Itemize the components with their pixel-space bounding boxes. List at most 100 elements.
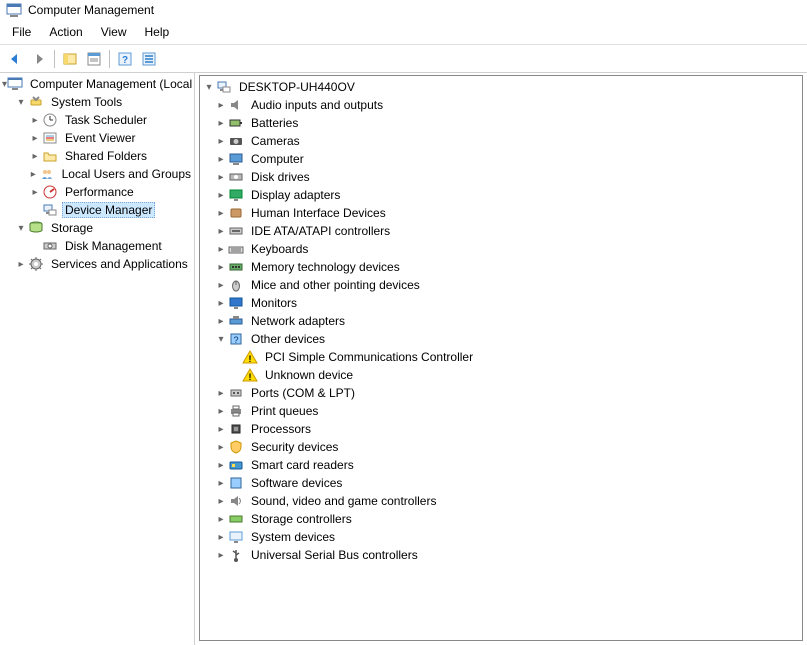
device-category[interactable]: ▸ Human Interface Devices — [200, 204, 802, 222]
expander-icon[interactable]: ▸ — [214, 154, 228, 165]
menu-action[interactable]: Action — [41, 23, 90, 41]
tree-label: Services and Applications — [48, 256, 191, 272]
menu-help[interactable]: Help — [137, 23, 178, 41]
expander-icon[interactable]: ▸ — [214, 298, 228, 309]
forward-button[interactable] — [28, 48, 50, 70]
expander-icon[interactable]: ▸ — [28, 169, 39, 180]
expander-icon[interactable]: ▸ — [214, 532, 228, 543]
computer-icon — [216, 79, 232, 95]
device-category[interactable]: ▸ Batteries — [200, 114, 802, 132]
tree-label: Other devices — [248, 331, 328, 347]
tree-performance[interactable]: ▸ Performance — [0, 183, 194, 201]
memory-icon — [228, 259, 244, 275]
expander-icon[interactable]: ▸ — [28, 151, 42, 162]
tree-root[interactable]: ▾ Computer Management (Local — [0, 75, 194, 93]
expander-icon[interactable]: ▸ — [214, 388, 228, 399]
mouse-icon — [228, 277, 244, 293]
device-category[interactable]: ▸ Memory technology devices — [200, 258, 802, 276]
expander-icon[interactable]: ▾ — [202, 82, 216, 93]
expander-icon[interactable]: ▾ — [14, 97, 28, 108]
device-item[interactable]: ▸ ! Unknown device — [200, 366, 802, 384]
expander-icon[interactable]: ▸ — [214, 496, 228, 507]
device-category[interactable]: ▸ Sound, video and game controllers — [200, 492, 802, 510]
device-category[interactable]: ▸ Processors — [200, 420, 802, 438]
expander-icon[interactable]: ▸ — [14, 259, 28, 270]
expander-icon[interactable]: ▸ — [214, 316, 228, 327]
device-category[interactable]: ▸ Computer — [200, 150, 802, 168]
tree-services-apps[interactable]: ▸ Services and Applications — [0, 255, 194, 273]
menu-file[interactable]: File — [4, 23, 39, 41]
tree-label: Software devices — [248, 475, 345, 491]
menu-view[interactable]: View — [93, 23, 135, 41]
back-button[interactable] — [4, 48, 26, 70]
device-category[interactable]: ▸ Disk drives — [200, 168, 802, 186]
properties-button[interactable] — [83, 48, 105, 70]
device-category[interactable]: ▸ Cameras — [200, 132, 802, 150]
expander-icon[interactable]: ▸ — [214, 442, 228, 453]
tree-label: Batteries — [248, 115, 301, 131]
expander-icon[interactable]: ▸ — [214, 190, 228, 201]
device-category[interactable]: ▸ Smart card readers — [200, 456, 802, 474]
software-icon — [228, 475, 244, 491]
expander-icon[interactable]: ▸ — [28, 115, 42, 126]
expander-icon[interactable]: ▾ — [14, 223, 28, 234]
tree-disk-management[interactable]: ▸ Disk Management — [0, 237, 194, 255]
device-category[interactable]: ▸ IDE ATA/ATAPI controllers — [200, 222, 802, 240]
expander-icon[interactable]: ▸ — [28, 133, 42, 144]
tree-label: Disk drives — [248, 169, 313, 185]
expander-icon[interactable]: ▸ — [214, 226, 228, 237]
tree-storage[interactable]: ▾ Storage — [0, 219, 194, 237]
expander-icon[interactable]: ▸ — [214, 514, 228, 525]
device-category[interactable]: ▸ Print queues — [200, 402, 802, 420]
device-root[interactable]: ▾ DESKTOP-UH440OV — [200, 78, 802, 96]
smartcard-icon — [228, 457, 244, 473]
device-category[interactable]: ▸ Keyboards — [200, 240, 802, 258]
device-category[interactable]: ▸ System devices — [200, 528, 802, 546]
expander-icon[interactable]: ▸ — [214, 478, 228, 489]
device-category[interactable]: ▸ Security devices — [200, 438, 802, 456]
device-category[interactable]: ▸ Mice and other pointing devices — [200, 276, 802, 294]
tree-label: Audio inputs and outputs — [248, 97, 386, 113]
device-category[interactable]: ▸ Display adapters — [200, 186, 802, 204]
device-tree-pane[interactable]: ▾ DESKTOP-UH440OV ▸ Audio inputs and out… — [199, 75, 803, 641]
tree-label: Computer Management (Local — [27, 76, 195, 92]
expander-icon[interactable]: ▸ — [214, 244, 228, 255]
expander-icon[interactable]: ▸ — [214, 100, 228, 111]
device-category[interactable]: ▸ Universal Serial Bus controllers — [200, 546, 802, 564]
titlebar: Computer Management — [0, 0, 807, 20]
content-panes: ▾ Computer Management (Local ▾ System To… — [0, 73, 807, 645]
refresh-button[interactable] — [138, 48, 160, 70]
expander-icon[interactable]: ▸ — [214, 406, 228, 417]
console-tree-pane[interactable]: ▾ Computer Management (Local ▾ System To… — [0, 73, 195, 645]
device-category[interactable]: ▸ Network adapters — [200, 312, 802, 330]
expander-icon[interactable]: ▸ — [214, 118, 228, 129]
expander-icon[interactable]: ▸ — [28, 187, 42, 198]
device-category[interactable]: ▸ Audio inputs and outputs — [200, 96, 802, 114]
expander-icon[interactable]: ▸ — [214, 172, 228, 183]
expander-icon[interactable]: ▸ — [214, 460, 228, 471]
device-item[interactable]: ▸ ! PCI Simple Communications Controller — [200, 348, 802, 366]
disk-icon — [228, 169, 244, 185]
expander-icon[interactable]: ▸ — [214, 262, 228, 273]
show-hide-tree-button[interactable] — [59, 48, 81, 70]
help-button[interactable]: ? — [114, 48, 136, 70]
tree-system-tools[interactable]: ▾ System Tools — [0, 93, 194, 111]
tree-local-users[interactable]: ▸ Local Users and Groups — [0, 165, 194, 183]
device-category[interactable]: ▸ Monitors — [200, 294, 802, 312]
device-category[interactable]: ▾ ? Other devices — [200, 330, 802, 348]
expander-icon[interactable]: ▾ — [214, 334, 228, 345]
tree-event-viewer[interactable]: ▸ Event Viewer — [0, 129, 194, 147]
tree-device-manager[interactable]: ▸ Device Manager — [0, 201, 194, 219]
expander-icon[interactable]: ▸ — [214, 424, 228, 435]
tree-label: Device Manager — [62, 202, 155, 218]
tree-task-scheduler[interactable]: ▸ Task Scheduler — [0, 111, 194, 129]
expander-icon[interactable]: ▸ — [214, 280, 228, 291]
expander-icon[interactable]: ▸ — [214, 208, 228, 219]
device-category[interactable]: ▸ Storage controllers — [200, 510, 802, 528]
expander-icon[interactable]: ▸ — [214, 136, 228, 147]
device-category[interactable]: ▸ Software devices — [200, 474, 802, 492]
toolbar: ? — [0, 45, 807, 73]
tree-shared-folders[interactable]: ▸ Shared Folders — [0, 147, 194, 165]
expander-icon[interactable]: ▸ — [214, 550, 228, 561]
device-category[interactable]: ▸ Ports (COM & LPT) — [200, 384, 802, 402]
